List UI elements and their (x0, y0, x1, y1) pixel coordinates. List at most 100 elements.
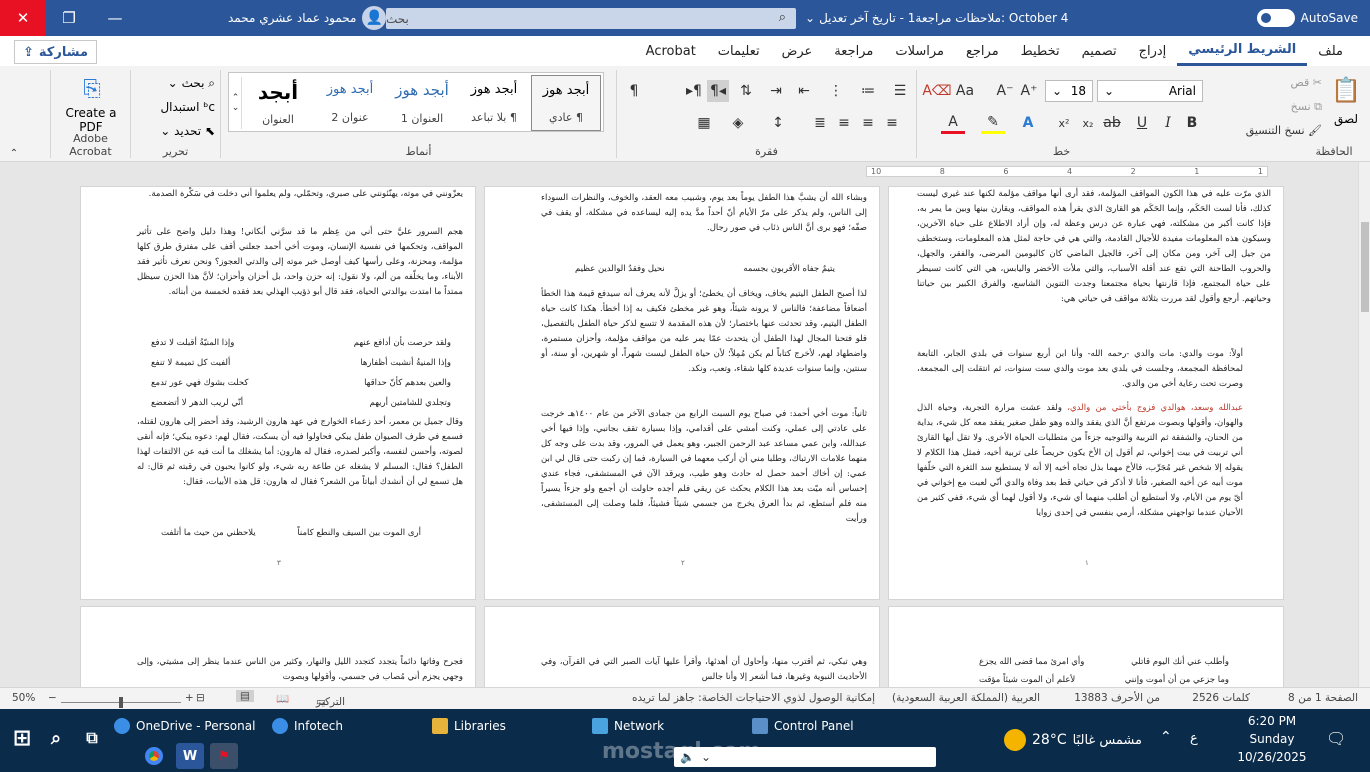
folder-onedrive[interactable]: OneDrive - Personal (114, 715, 255, 737)
cut-button[interactable]: ✂ قص (1272, 76, 1322, 89)
folder-infotech[interactable]: Infotech (272, 715, 343, 737)
autosave-switch[interactable] (1256, 9, 1295, 27)
tab-0[interactable]: ملف (1307, 36, 1354, 66)
subscript-icon[interactable]: x₂ (1077, 112, 1099, 134)
justify-icon[interactable]: ≣ (809, 112, 831, 134)
shading-icon[interactable]: ◈ (727, 112, 749, 134)
sort-icon[interactable]: ⇅ (735, 80, 757, 102)
char-count[interactable]: 13883 من الأحرف (1074, 692, 1160, 704)
avatar-icon[interactable]: 👤 (362, 6, 387, 30)
change-case-icon[interactable]: Aa (953, 80, 977, 102)
zoom-slider-thumb[interactable] (118, 696, 123, 708)
collapse-ribbon-icon[interactable]: ⌃ (6, 146, 22, 160)
document-title[interactable]: ⌄ ملاحظات مراجعة1 - تاريخ آخر تعديل: Oct… (805, 0, 1068, 36)
autosave-toggle[interactable]: AutoSave (1256, 0, 1358, 36)
paste-icon[interactable]: 📋 (1326, 72, 1366, 108)
copy-button[interactable]: ⧉ نسخ (1250, 100, 1322, 114)
tab-4[interactable]: تخطيط (1010, 36, 1071, 66)
tab-5[interactable]: مراجع (955, 36, 1010, 66)
read-mode-icon[interactable]: 📖 (276, 692, 289, 705)
page-2[interactable]: وبشاء الله أن يشبَّ هذا الطفل يوماً بعد … (484, 186, 880, 600)
superscript-icon[interactable]: x² (1053, 112, 1075, 134)
folder-network[interactable]: Network (592, 715, 664, 737)
clock[interactable]: 6:20 PM Sunday 10/26/2025 (1222, 712, 1322, 766)
multilevel-list-icon[interactable]: ⋮ (825, 80, 847, 102)
folder-control-panel[interactable]: Control Panel (752, 715, 854, 737)
replace-button[interactable]: ᵇc استبدال (137, 100, 215, 114)
web-layout-icon[interactable]: ⊟ (196, 692, 205, 704)
style-title[interactable]: أبجد العنوان (243, 75, 313, 131)
tab-8[interactable]: عرض (771, 36, 824, 66)
underline-icon[interactable]: U (1131, 112, 1153, 134)
tab-3[interactable]: تصميم (1071, 36, 1128, 66)
tab-2[interactable]: إدراج (1128, 36, 1178, 66)
word-count[interactable]: 2526 كلمات (1192, 692, 1250, 704)
highlight-icon[interactable]: ✎ (981, 112, 1005, 134)
tab-9[interactable]: تعليمات (707, 36, 771, 66)
zoom-slider[interactable]: − + (48, 692, 194, 708)
find-button[interactable]: ⌕ بحث ⌄ (137, 76, 215, 91)
shrink-font-icon[interactable]: A⁻ (993, 80, 1017, 102)
style-heading2[interactable]: أبجد هوز عنوان 2 (315, 75, 385, 131)
page-5[interactable]: وهي تبكي، ثم أقترب منها، وأحاول أن أهدئه… (484, 606, 880, 687)
create-pdf-icon[interactable]: ⎘ (77, 74, 107, 104)
tab-10[interactable]: Acrobat (635, 36, 707, 66)
page-count[interactable]: الصفحة 1 من 8 (1288, 692, 1358, 704)
accessibility-status[interactable]: إمكانية الوصول لذوي الاحتياجات الخاصة: ج… (632, 692, 875, 704)
bullets-icon[interactable]: ☰ (889, 80, 911, 102)
horizontal-ruler[interactable]: 10 8 6 4 2 1 1 (866, 166, 1268, 177)
font-color-icon[interactable]: A (941, 112, 965, 134)
notifications-icon[interactable]: 🗨 (1326, 729, 1346, 748)
page-3[interactable]: يعزّونني في موته، يهنّئونني على صبري، وت… (80, 186, 476, 600)
rtl-direction-icon[interactable]: ¶◂ (707, 80, 729, 102)
search-box[interactable]: بحث ⌕ (386, 8, 796, 29)
word-icon[interactable]: W (176, 743, 204, 769)
share-button[interactable]: مشاركة ⇪ (14, 40, 97, 64)
windows-start-icon[interactable]: ⊞ (8, 725, 36, 751)
style-no-spacing[interactable]: أبجد هوز ¶ بلا تباعد (459, 75, 529, 131)
paste-label[interactable]: لصق (1324, 112, 1368, 126)
line-spacing-icon[interactable]: ↕ (767, 112, 789, 134)
taskbar-search-box[interactable]: 🔈 ⌄ (674, 747, 936, 767)
format-painter-button[interactable]: 🖌 نسخ التنسيق (1208, 124, 1322, 137)
tab-1[interactable]: الشريط الرئيسي (1177, 36, 1308, 66)
text-effects-icon[interactable]: A (1017, 112, 1039, 134)
zoom-level[interactable]: 50% (12, 692, 35, 704)
account-info[interactable]: محمود عماد عشري محمد 👤 (228, 6, 387, 30)
select-button[interactable]: ⬉ تحديد ⌄ (137, 124, 215, 138)
tab-7[interactable]: مراجعة (823, 36, 884, 66)
font-name-box[interactable]: ⌄ Arial (1097, 80, 1203, 102)
search-icon[interactable]: ⌕ (42, 725, 70, 751)
align-right-icon[interactable]: ≡ (881, 112, 903, 134)
restore-button[interactable]: ❐ (46, 0, 92, 36)
chevron-up-icon[interactable]: ⌃ (1160, 729, 1172, 745)
page-6[interactable]: فجرح وفاتها دائماً يتجدد كتجدد الليل وال… (80, 606, 476, 687)
more-styles-icon[interactable]: ⌃ ⌄ (230, 77, 242, 129)
task-view-icon[interactable]: ⧉ (78, 725, 106, 751)
numbering-icon[interactable]: ≔ (857, 80, 879, 102)
ime-indicator[interactable]: ع (1190, 731, 1198, 746)
vertical-scrollbar[interactable] (1358, 162, 1370, 687)
show-marks-icon[interactable]: ¶ (623, 80, 645, 102)
italic-icon[interactable]: I (1157, 112, 1179, 134)
align-left-icon[interactable]: ≡ (833, 112, 855, 134)
clear-formatting-icon[interactable]: A⌫ (922, 80, 951, 102)
bold-icon[interactable]: B (1181, 112, 1203, 134)
scrollbar-thumb[interactable] (1361, 222, 1369, 312)
create-pdf-label[interactable]: Create a PDF (51, 106, 131, 134)
ltr-direction-icon[interactable]: ▸¶ (683, 80, 705, 102)
tab-6[interactable]: مراسلات (884, 36, 955, 66)
page-4[interactable]: وأطلب عني أنك اليوم قاتلي وأي امرئ مما قض… (888, 606, 1284, 687)
grow-font-icon[interactable]: A⁺ (1017, 80, 1041, 102)
strikethrough-icon[interactable]: ab (1101, 112, 1123, 134)
app-icon[interactable]: ⚑ (210, 743, 238, 769)
font-size-box[interactable]: ⌄ 18 (1045, 80, 1093, 102)
folder-libraries[interactable]: Libraries (432, 715, 506, 737)
chrome-icon[interactable] (140, 743, 168, 769)
close-button[interactable]: ✕ (0, 0, 46, 36)
language-indicator[interactable]: العربية (المملكة العربية السعودية) (892, 692, 1040, 704)
align-center-icon[interactable]: ≡ (857, 112, 879, 134)
weather-widget[interactable]: 28°C مشمس غالبًا (1004, 729, 1142, 751)
decrease-indent-icon[interactable]: ⇤ (793, 80, 815, 102)
style-normal[interactable]: أبجد هوز ¶ عادي (531, 75, 601, 131)
